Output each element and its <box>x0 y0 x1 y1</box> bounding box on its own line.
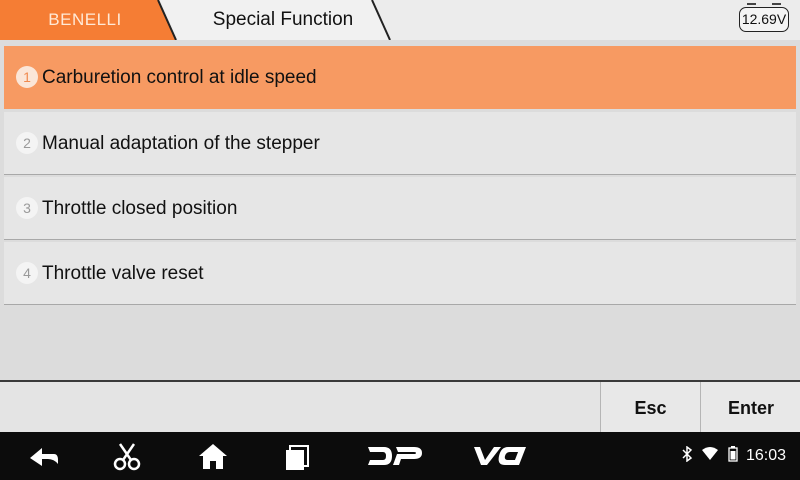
screen: BENELLI Special Function 12.69V 1 Carbur… <box>0 0 800 480</box>
item-label: Carburetion control at idle speed <box>42 67 317 88</box>
home-icon[interactable] <box>196 440 230 472</box>
dp-icon[interactable] <box>366 440 424 472</box>
battery-icon <box>727 446 738 462</box>
button-bar: Esc Enter <box>0 380 800 434</box>
list-item-throttle-reset[interactable]: 4 Throttle valve reset <box>4 242 796 305</box>
wifi-icon <box>702 447 719 460</box>
item-number: 4 <box>16 262 38 284</box>
title-tab: Special Function <box>158 0 398 40</box>
list-item-manual-adaptation[interactable]: 2 Manual adaptation of the stepper <box>4 112 796 175</box>
bluetooth-icon <box>682 445 692 463</box>
item-label: Manual adaptation of the stepper <box>42 133 320 154</box>
page-title: Special Function <box>212 9 354 30</box>
item-label: Throttle valve reset <box>42 263 204 284</box>
clock: 16:03 <box>745 447 786 464</box>
item-number: 1 <box>16 66 38 88</box>
list-item-carburetion-control[interactable]: 1 Carburetion control at idle speed <box>4 46 796 109</box>
esc-button[interactable]: Esc <box>600 382 700 434</box>
navigation-bar: 16:03 <box>0 432 800 480</box>
function-list: 1 Carburetion control at idle speed 2 Ma… <box>0 40 800 380</box>
brand-label: BENELLI <box>48 10 122 29</box>
battery-voltage-badge: 12.69V <box>739 3 789 32</box>
scissors-icon[interactable] <box>110 440 144 472</box>
brand-tab[interactable]: BENELLI <box>0 0 180 40</box>
list-item-throttle-closed[interactable]: 3 Throttle closed position <box>4 177 796 240</box>
item-label: Throttle closed position <box>42 198 238 219</box>
header-bar: BENELLI Special Function 12.69V <box>0 0 800 40</box>
item-number: 2 <box>16 132 38 154</box>
back-icon[interactable] <box>24 440 64 472</box>
enter-button[interactable]: Enter <box>700 382 800 434</box>
recent-apps-icon[interactable] <box>282 440 314 472</box>
status-area: 16:03 <box>681 432 786 480</box>
vci-icon[interactable] <box>470 440 526 472</box>
item-number: 3 <box>16 197 38 219</box>
